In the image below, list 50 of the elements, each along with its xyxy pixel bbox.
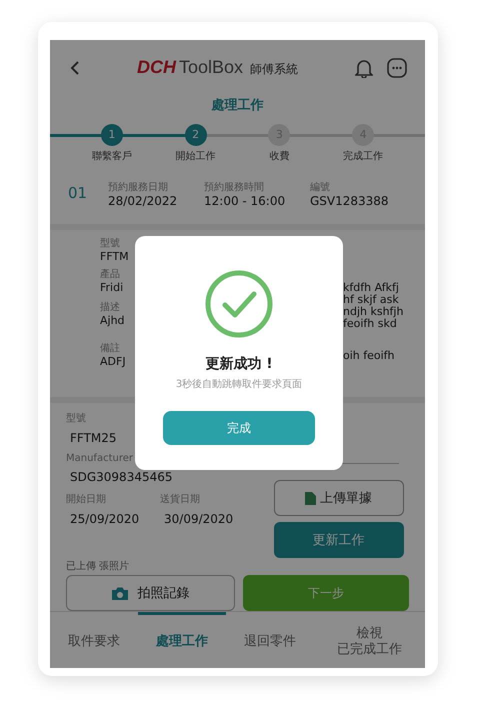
date-field[interactable]: 25/09/2020	[66, 506, 150, 532]
field-label: 編號	[310, 180, 331, 194]
field-label: 型號	[100, 236, 121, 250]
back-icon[interactable]	[70, 60, 80, 75]
step-label: 收費	[269, 150, 290, 163]
field-value: FFTM	[100, 250, 130, 263]
field-label: 開始日期	[66, 492, 107, 506]
date-field[interactable]: 30/09/2020	[160, 506, 244, 532]
camera-icon	[112, 586, 128, 600]
field-label: 產品	[100, 268, 121, 281]
dialog-message: 3秒後自動跳轉取件要求頁面	[176, 378, 302, 391]
page-title: 處理工作	[210, 96, 264, 115]
field-label: 型號	[66, 412, 87, 426]
done-button[interactable]: 完成	[163, 411, 315, 445]
field-label: Manufacturer	[66, 453, 134, 464]
next-button[interactable]: 下一步	[243, 575, 409, 612]
field-value: ADFJ	[100, 354, 127, 368]
description-text: kfdfh Afkfj	[343, 282, 400, 294]
app-name: 師傅系統	[250, 61, 298, 78]
update-button[interactable]: 更新工作	[274, 522, 404, 558]
field-label: 預約服務日期	[108, 180, 169, 194]
photo-button[interactable]: 拍照記錄	[66, 575, 235, 612]
field-label: 備註	[100, 342, 121, 355]
field-value: 12:00 - 16:00	[204, 194, 286, 208]
field-label: 預約服務時間	[204, 180, 265, 194]
dialog-title: 更新成功 !	[205, 355, 273, 373]
bell-icon[interactable]	[355, 58, 373, 78]
step-label: 開始工作	[176, 150, 216, 163]
check-circle-icon	[204, 269, 274, 339]
step-label: 聯繫客戶	[92, 150, 132, 163]
step-circle: 1	[100, 124, 123, 146]
description-text: feoifh skd	[343, 318, 397, 330]
description-text: oih feoifh	[343, 350, 396, 362]
step-circle: 2	[184, 124, 207, 146]
step-label: 完成工作	[343, 150, 384, 163]
description-text: hf skjf ask	[343, 294, 399, 306]
field-label: 送貨日期	[160, 492, 201, 506]
field-value: Ajhd	[100, 314, 126, 327]
photo-count-text: 已上傳 張照片	[65, 560, 130, 572]
chat-icon[interactable]	[387, 58, 407, 78]
logo-brand: DCH	[136, 57, 176, 78]
logo-product: ToolBox	[178, 57, 244, 78]
field-value: 28/02/2022	[108, 194, 178, 208]
field-label: 描述	[100, 300, 121, 314]
field-value: Fridi	[100, 280, 124, 294]
job-index: 01	[68, 184, 88, 202]
description-text: ndjh kshfjh	[343, 306, 404, 318]
upload-button[interactable]: 上傳單據	[274, 480, 404, 516]
field-value: GSV1283388	[310, 194, 390, 208]
document-icon	[305, 492, 316, 505]
